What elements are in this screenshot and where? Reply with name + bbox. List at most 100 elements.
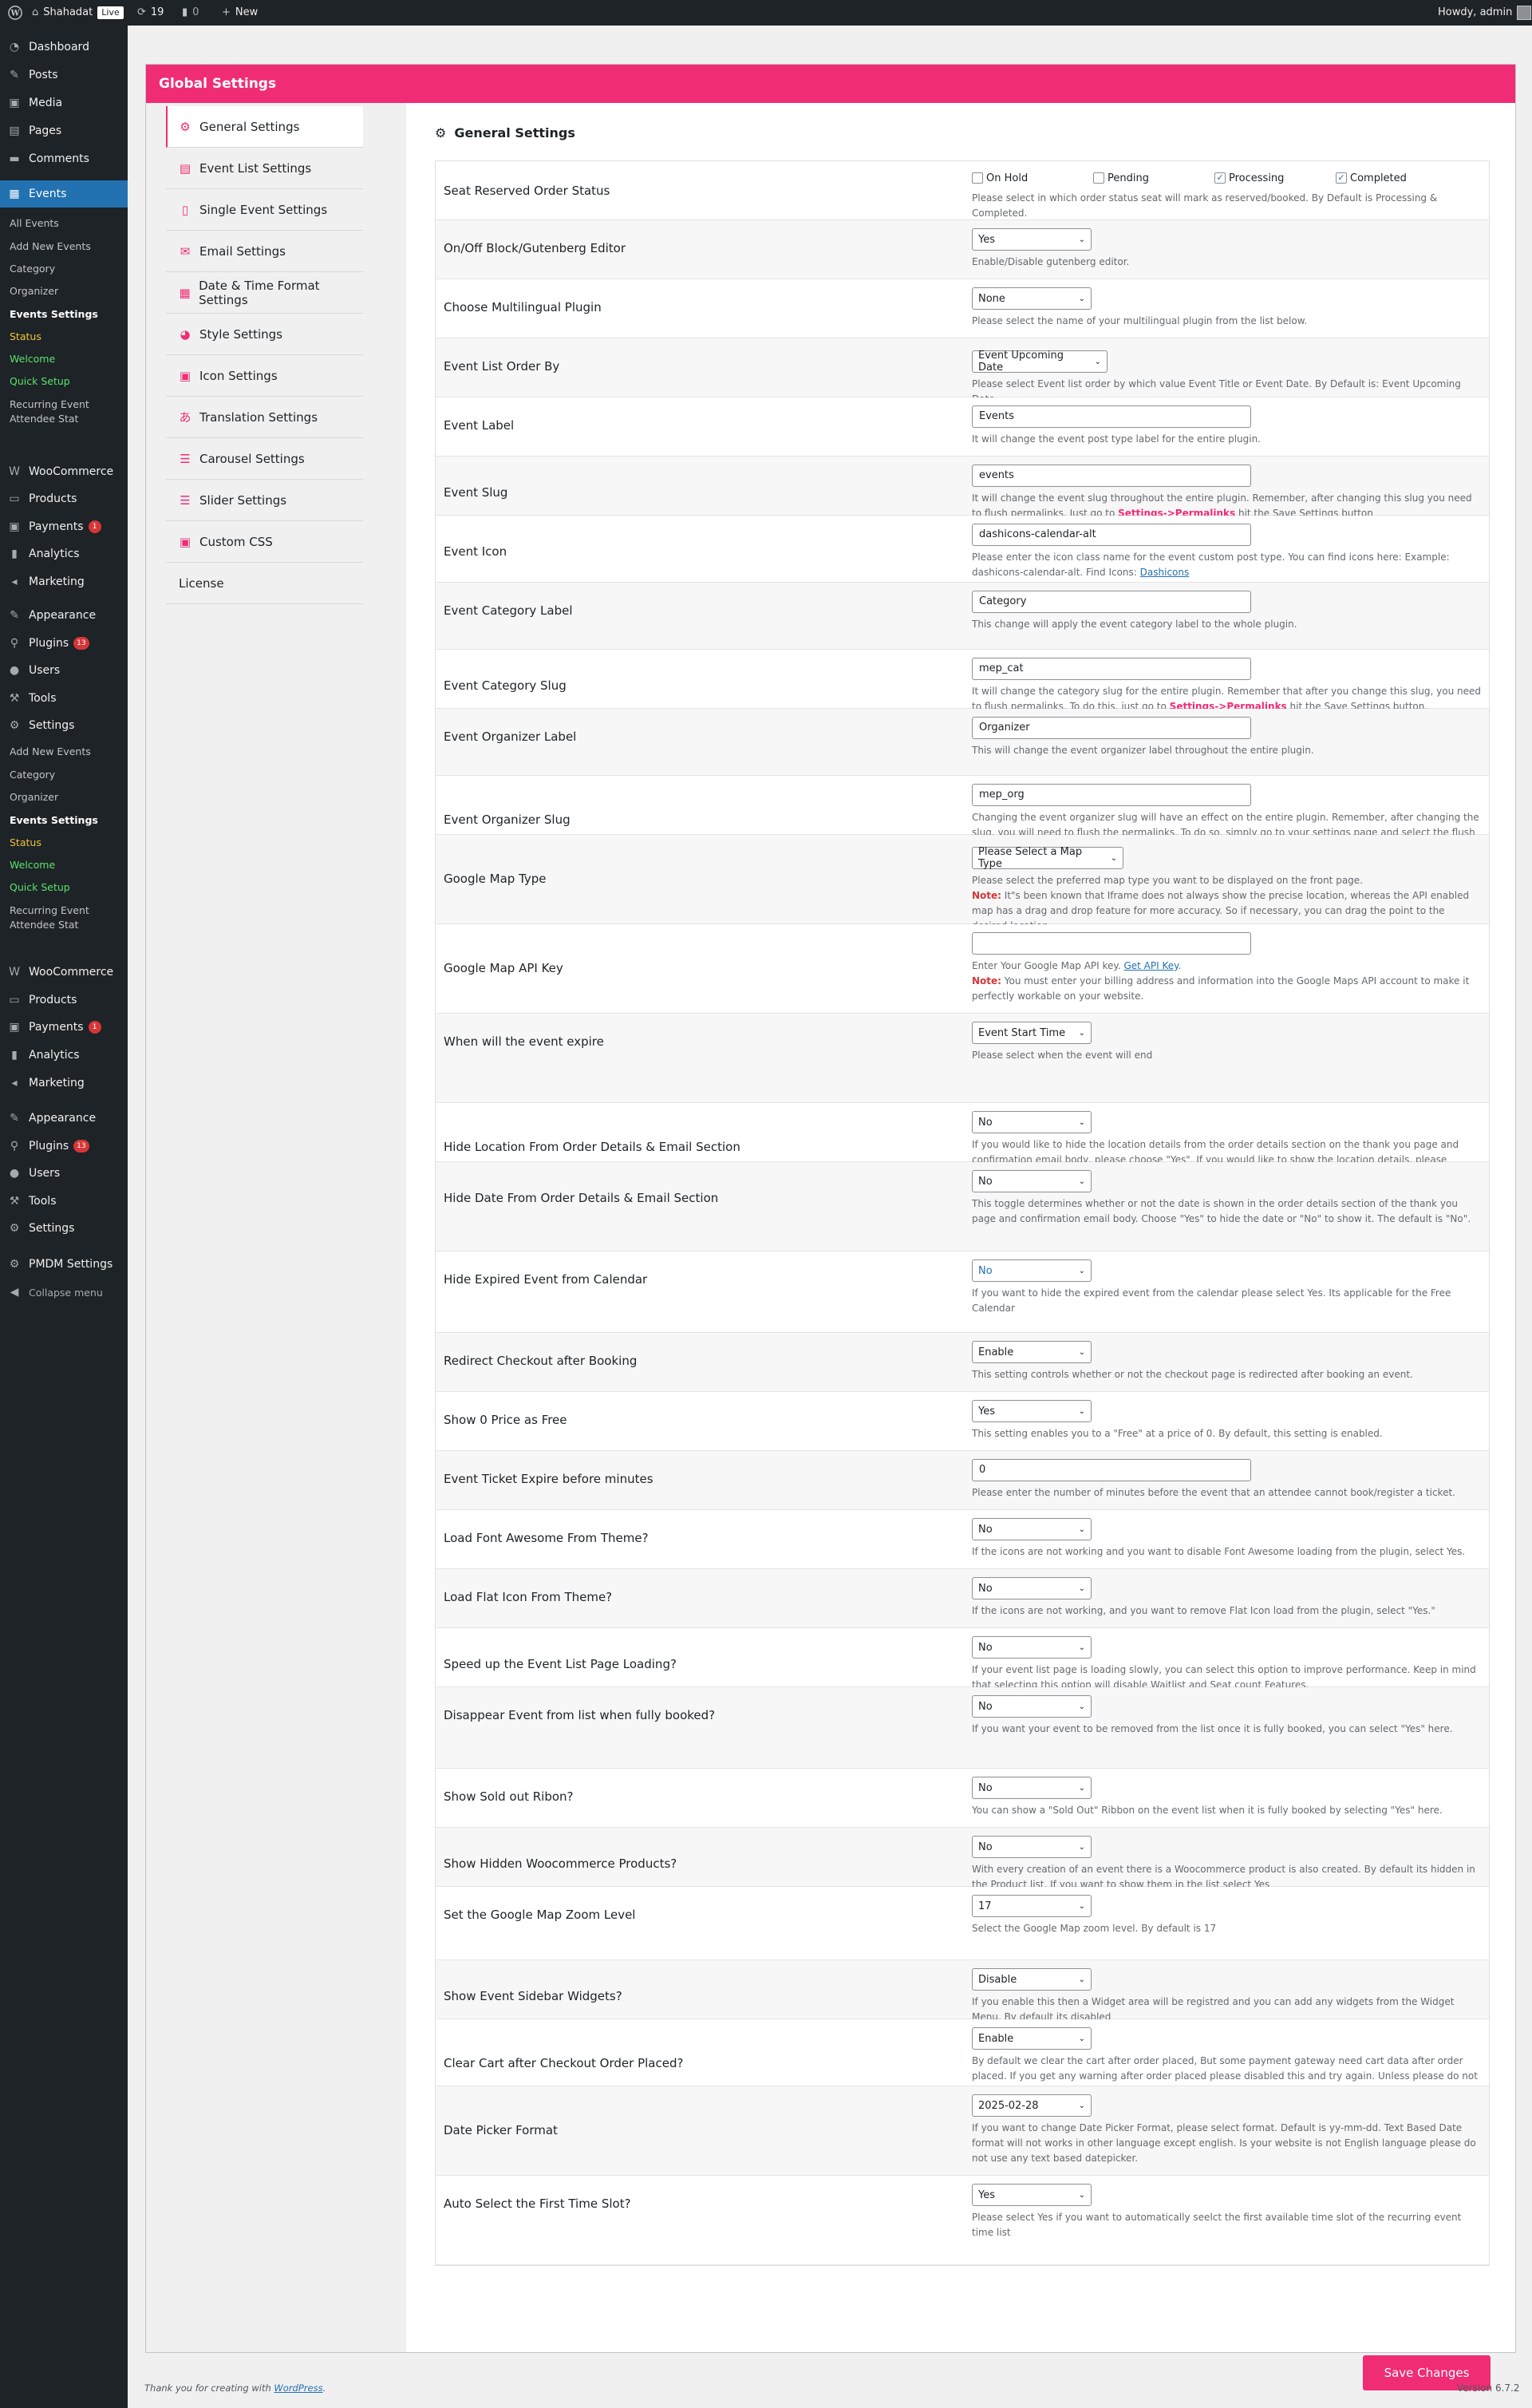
setting-select[interactable]: No ⌄ (972, 1836, 1092, 1858)
checkbox-box[interactable] (972, 172, 983, 184)
menu-plugins[interactable]: ⚲ Plugins 13 (0, 630, 128, 657)
menu-appearance[interactable]: ✎ Appearance (0, 602, 128, 629)
menu-posts[interactable]: ✎ Posts (0, 61, 128, 89)
menu-users[interactable]: ● Users (0, 657, 128, 684)
menu-settings-2[interactable]: ⚙ Settings (0, 1215, 128, 1242)
setting-select[interactable]: 2025-02-28 ⌄ (972, 2094, 1092, 2117)
setting-select[interactable]: Yes ⌄ (972, 228, 1092, 251)
menu-marketing-2[interactable]: ◂ Marketing (0, 1070, 128, 1097)
setting-select[interactable]: No ⌄ (972, 1518, 1092, 1540)
order-status-checkbox[interactable]: ✓ Processing (1214, 172, 1336, 184)
checkbox-box[interactable] (1093, 172, 1104, 184)
order-status-checkbox[interactable]: ✓ Completed (1336, 172, 1457, 184)
submenu-attendee-stat-2[interactable]: Attendee Stat (10, 917, 78, 933)
setting-select[interactable]: No ⌄ (972, 1777, 1092, 1799)
menu-woocommerce-2[interactable]: W WooCommerce (0, 959, 128, 986)
setting-text-input[interactable]: Events (972, 405, 1251, 428)
menu-events[interactable]: ▦ Events (0, 180, 128, 208)
setting-select[interactable]: No ⌄ (972, 1111, 1092, 1133)
setting-select[interactable]: No ⌄ (972, 1259, 1092, 1282)
setting-select[interactable]: Disable ⌄ (972, 1968, 1092, 1991)
wordpress-link[interactable]: WordPress (274, 2382, 322, 2394)
submenu-status[interactable]: Status (10, 329, 41, 345)
submenu-quick-setup[interactable]: Quick Setup (10, 374, 70, 389)
account-menu[interactable]: Howdy, admin (1438, 0, 1532, 26)
submenu-category[interactable]: Category (10, 261, 55, 277)
submenu-category-2[interactable]: Category (10, 767, 55, 783)
new-content-link[interactable]: + New (222, 0, 258, 26)
menu-analytics[interactable]: ▮ Analytics (0, 540, 128, 567)
setting-text-input[interactable]: mep_org (972, 784, 1251, 806)
setting-select[interactable]: Please Select a Map Type ⌄ (972, 846, 1123, 870)
setting-text-input[interactable] (972, 932, 1251, 955)
tab-email-settings[interactable]: ✉ Email Settings (166, 231, 363, 272)
site-name-link[interactable]: ⌂ Shahadat Live (32, 0, 124, 26)
setting-select[interactable]: No ⌄ (972, 1170, 1092, 1192)
tab-translation-settings[interactable]: あ Translation Settings (166, 397, 363, 438)
menu-dashboard[interactable]: ◔ Dashboard (0, 34, 128, 61)
menu-tools[interactable]: ⚒ Tools (0, 685, 128, 712)
submenu-quick-setup-2[interactable]: Quick Setup (10, 880, 70, 896)
setting-select[interactable]: Enable ⌄ (972, 1341, 1092, 1363)
submenu-add-new-events-2[interactable]: Add New Events (10, 744, 91, 760)
menu-tools-2[interactable]: ⚒ Tools (0, 1188, 128, 1215)
setting-select[interactable]: Yes ⌄ (972, 1400, 1092, 1422)
menu-settings[interactable]: ⚙ Settings (0, 712, 128, 739)
tab-event-list-settings[interactable]: ▤ Event List Settings (166, 148, 363, 189)
menu-users-2[interactable]: ● Users (0, 1160, 128, 1187)
updates-link[interactable]: ⟳ 19 (137, 0, 164, 26)
tab-license[interactable]: License (166, 563, 363, 604)
menu-pages[interactable]: ▤ Pages (0, 117, 128, 144)
menu-marketing[interactable]: ◂ Marketing (0, 568, 128, 595)
submenu-events-settings-2[interactable]: Events Settings (10, 813, 98, 828)
setting-text-input[interactable]: dashicons-calendar-alt (972, 524, 1251, 546)
setting-select[interactable]: Enable ⌄ (972, 2027, 1092, 2050)
tab-carousel-settings[interactable]: ☰ Carousel Settings (166, 438, 363, 480)
tab-slider-settings[interactable]: ☰ Slider Settings (166, 480, 363, 521)
submenu-welcome[interactable]: Welcome (10, 351, 55, 367)
setting-text-input[interactable]: mep_cat (972, 658, 1251, 680)
menu-products-2[interactable]: ▭ Products (0, 987, 128, 1014)
menu-analytics-2[interactable]: ▮ Analytics (0, 1042, 128, 1069)
comments-link[interactable]: ▮ 0 (182, 0, 199, 26)
menu-comments[interactable]: ▬ Comments (0, 145, 128, 172)
menu-payments-2[interactable]: ▣ Payments 1 (0, 1014, 128, 1041)
submenu-organizer-2[interactable]: Organizer (10, 789, 58, 805)
tab-style-settings[interactable]: ◕ Style Settings (166, 314, 363, 355)
setting-text-input[interactable]: Category (972, 591, 1251, 613)
submenu-welcome-2[interactable]: Welcome (10, 857, 55, 873)
submenu-status-2[interactable]: Status (10, 835, 41, 851)
tab-date-time-format-settings[interactable]: ▦ Date & Time Format Settings (166, 272, 363, 314)
menu-woocommerce[interactable]: W WooCommerce (0, 458, 128, 485)
tab-general-settings[interactable]: ⚙ General Settings (166, 106, 363, 148)
setting-select[interactable]: Event Start Time ⌄ (972, 1022, 1092, 1044)
setting-select[interactable]: No ⌄ (972, 1577, 1092, 1599)
checkbox-box[interactable]: ✓ (1336, 172, 1347, 184)
collapse-menu-button[interactable]: ◀ Collapse menu (0, 1279, 128, 1306)
setting-text-input[interactable]: events (972, 465, 1251, 487)
setting-select[interactable]: Yes ⌄ (972, 2184, 1092, 2206)
submenu-all-events[interactable]: All Events (10, 215, 59, 231)
tab-icon-settings[interactable]: ▣ Icon Settings (166, 355, 363, 397)
menu-appearance-2[interactable]: ✎ Appearance (0, 1105, 128, 1132)
menu-products[interactable]: ▭ Products (0, 485, 128, 512)
setting-select[interactable]: Event Upcoming Date ⌄ (972, 350, 1108, 374)
setting-select[interactable]: No ⌄ (972, 1695, 1092, 1718)
submenu-events-settings[interactable]: Events Settings (10, 306, 98, 322)
menu-plugins-2[interactable]: ⚲ Plugins 13 (0, 1133, 128, 1160)
submenu-organizer[interactable]: Organizer (10, 283, 58, 299)
submenu-recurring-event[interactable]: Recurring Event (10, 397, 89, 413)
tab-single-event-settings[interactable]: ▯ Single Event Settings (166, 189, 363, 231)
menu-pmdm-settings[interactable]: ⚙ PMDM Settings (0, 1251, 128, 1278)
submenu-recurring-event-2[interactable]: Recurring Event (10, 903, 89, 919)
order-status-checkbox[interactable]: Pending (1093, 172, 1214, 184)
submenu-attendee-stat[interactable]: Attendee Stat (10, 411, 78, 427)
menu-media[interactable]: ▣ Media (0, 89, 128, 117)
submenu-add-new-events[interactable]: Add New Events (10, 239, 91, 255)
setting-text-input[interactable]: Organizer (972, 717, 1251, 739)
menu-payments[interactable]: ▣ Payments 1 (0, 513, 128, 540)
tab-custom-css[interactable]: ▣ Custom CSS (166, 521, 363, 563)
setting-select[interactable]: No ⌄ (972, 1636, 1092, 1659)
setting-text-input[interactable]: 0 (972, 1459, 1251, 1481)
help-link[interactable]: Get API Key (1123, 960, 1178, 971)
